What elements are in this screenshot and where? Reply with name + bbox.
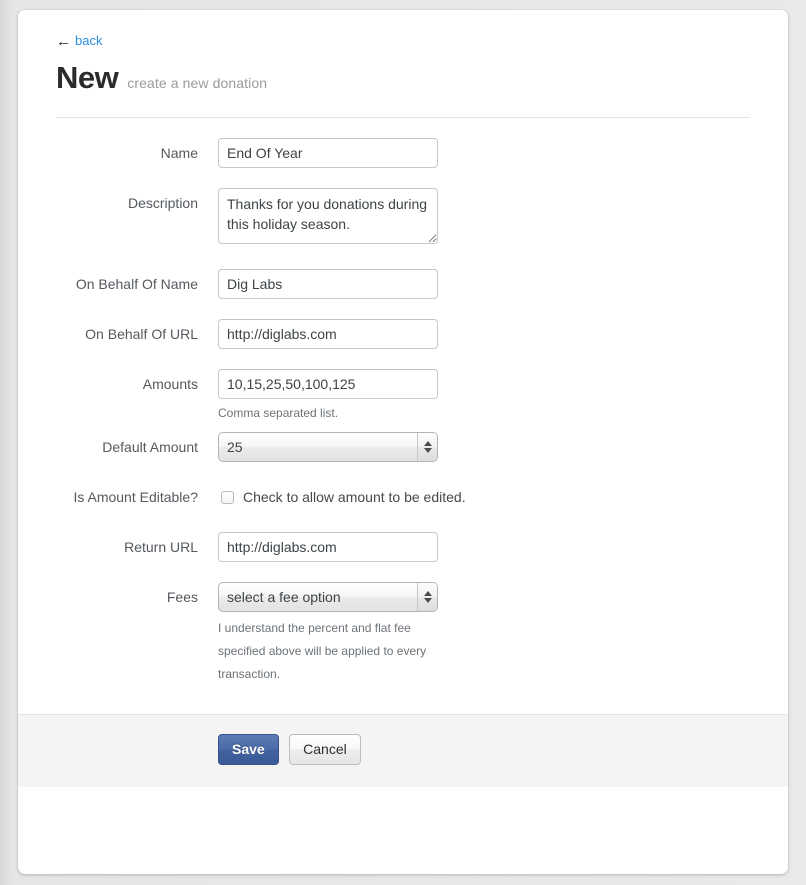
form-row-description: Description Thanks for you donations dur… (56, 188, 750, 249)
form-row-fees: Fees select a fee option I understand th… (56, 582, 750, 686)
form-row-amounts: Amounts Comma separated list. (56, 369, 750, 425)
cancel-button[interactable]: Cancel (289, 734, 361, 765)
page-title-main: New (56, 60, 119, 95)
is-amount-editable-checkbox[interactable] (221, 490, 234, 504)
label-fees: Fees (166, 589, 198, 605)
page-title-subtitle: create a new donation (127, 75, 268, 91)
form-row-on-behalf-of-url: On Behalf Of URL (56, 319, 750, 349)
arrow-left-icon: ← (56, 33, 71, 50)
donation-form: Name Description Thanks for you donation… (18, 138, 788, 686)
card-header: ← back New create a new donation (18, 10, 788, 118)
form-row-on-behalf-of-name: On Behalf Of Name (56, 269, 750, 299)
form-row-default-amount: Default Amount 25 (56, 432, 750, 462)
form-card: ← back New create a new donation Name En… (18, 10, 788, 874)
header-divider (56, 117, 750, 118)
name-input[interactable] (218, 138, 438, 168)
return-url-input[interactable] (218, 532, 438, 562)
label-is-amount-editable: Is Amount Editable? (73, 489, 198, 505)
label-on-behalf-of-name: On Behalf Of Name (75, 276, 198, 292)
amounts-input[interactable] (218, 369, 438, 399)
on-behalf-of-name-input[interactable] (218, 269, 438, 299)
form-row-is-amount-editable: Is Amount Editable? Check to allow amoun… (56, 482, 750, 512)
form-row-name: Name (56, 138, 750, 168)
description-textarea[interactable]: Thanks for you donations during this hol… (218, 188, 438, 244)
save-button[interactable]: Save (218, 734, 279, 765)
back-link-label: back (75, 33, 103, 48)
default-amount-select[interactable]: 25 (218, 432, 438, 462)
page-title: New create a new donation (56, 61, 750, 101)
label-name: Name (160, 145, 198, 161)
fees-select[interactable]: select a fee option (218, 582, 438, 612)
amounts-help-text: Comma separated list. (218, 406, 339, 420)
label-default-amount: Default Amount (102, 439, 198, 455)
label-on-behalf-of-url: On Behalf Of URL (85, 326, 198, 342)
on-behalf-of-url-input[interactable] (218, 319, 438, 349)
form-footer: Save Cancel (18, 714, 788, 787)
is-amount-editable-checkbox-label: Check to allow amount to be edited. (243, 489, 466, 505)
label-amounts: Amounts (142, 376, 198, 392)
label-description: Description (127, 195, 198, 211)
back-link[interactable]: ← back (56, 33, 102, 50)
label-return-url: Return URL (124, 539, 198, 555)
page-background: ← back New create a new donation Name En… (0, 0, 806, 885)
fees-help-text: I understand the percent and flat fee sp… (218, 621, 427, 681)
form-row-return-url: Return URL (56, 532, 750, 562)
